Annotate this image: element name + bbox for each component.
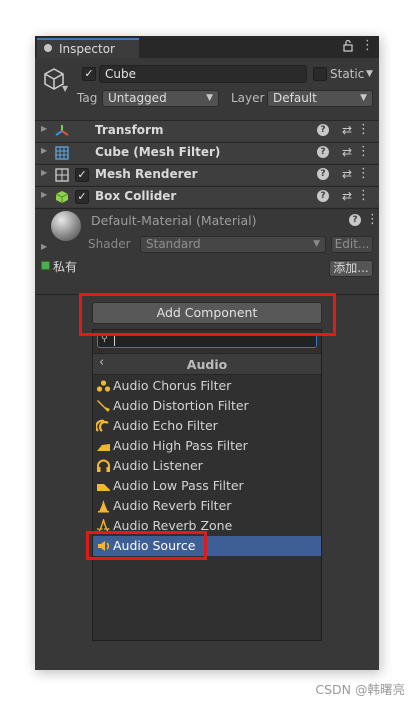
component-label: Cube (Mesh Filter) (95, 145, 221, 159)
box-collider-icon (55, 191, 69, 203)
help-icon[interactable]: ? (317, 168, 329, 180)
chevron-down-icon: ▼ (360, 93, 367, 103)
fold-arrow-icon[interactable]: ▶ (41, 242, 47, 251)
tab-menu-icon[interactable]: ⋮ (361, 38, 374, 54)
fold-arrow-icon[interactable]: ▶ (41, 190, 47, 199)
preset-icon[interactable]: ⇄ (342, 145, 352, 159)
help-icon[interactable]: ? (317, 146, 329, 158)
tag-label: Tag (77, 91, 98, 105)
category-title: Audio (186, 357, 228, 372)
component-menu-icon[interactable]: ⋮ (357, 122, 370, 137)
list-item-audio-echo-filter[interactable]: Audio Echo Filter (93, 416, 321, 436)
shader-dropdown[interactable]: Standard ▼ (140, 236, 326, 253)
static-checkbox[interactable] (313, 67, 327, 81)
audio-high-pass-filter-icon (97, 444, 110, 451)
preset-icon[interactable]: ⇄ (342, 123, 352, 137)
component-label: Mesh Renderer (95, 167, 198, 181)
mesh-renderer-enabled-checkbox[interactable]: ✓ (75, 168, 89, 182)
audio-source-highlight-box (86, 531, 207, 560)
edit-shader-button[interactable]: Edit... (331, 236, 373, 253)
chevron-down-icon: ▼ (313, 239, 320, 249)
static-dropdown-caret[interactable]: ▼ (366, 69, 373, 79)
inspector-panel: Inspector ⋮ ▼ ✓ Cube Static ▼ Tag Untagg… (35, 36, 379, 670)
tag-dropdown[interactable]: Untagged ▼ (102, 90, 219, 107)
material-title: Default-Material (Material) (91, 213, 257, 228)
fold-arrow-icon[interactable]: ▶ (41, 146, 47, 155)
active-checkbox[interactable]: ✓ (82, 67, 96, 81)
list-item-audio-distortion-filter[interactable]: Audio Distortion Filter (93, 396, 321, 416)
static-label: Static (330, 67, 365, 81)
watermark-text: CSDN @韩曙亮 (315, 682, 405, 697)
component-transform[interactable]: ▶ Transform ? ⇄ ⋮ (35, 120, 379, 141)
preset-icon[interactable]: ⇄ (342, 189, 352, 203)
layer-dropdown[interactable]: Default ▼ (267, 90, 373, 107)
audio-echo-filter-icon (96, 419, 109, 432)
layer-label: Layer (231, 91, 265, 105)
object-name-field[interactable]: Cube (99, 65, 307, 83)
list-item-audio-listener[interactable]: Audio Listener (93, 456, 321, 476)
component-label: Transform (95, 123, 164, 137)
help-icon[interactable]: ? (317, 124, 329, 136)
tab-label: Inspector (59, 42, 115, 56)
component-label: Box Collider (95, 189, 177, 203)
add-component-highlight-box (79, 293, 336, 336)
list-item-audio-low-pass-filter[interactable]: Audio Low Pass Filter (93, 476, 321, 496)
material-preview-sphere (51, 211, 81, 241)
component-menu-icon[interactable]: ⋮ (357, 188, 370, 203)
mesh-filter-icon (55, 146, 69, 160)
box-collider-enabled-checkbox[interactable]: ✓ (75, 190, 89, 204)
component-menu-icon[interactable]: ⋮ (357, 144, 370, 159)
tab-bar: Inspector ⋮ (35, 36, 379, 58)
tag-value: Untagged (108, 91, 167, 105)
text-cursor (114, 336, 115, 346)
component-box-collider[interactable]: ▶ ✓ Box Collider ? ⇄ ⋮ (35, 186, 379, 207)
tab-inspector[interactable]: Inspector (37, 38, 139, 58)
list-item-audio-high-pass-filter[interactable]: Audio High Pass Filter (93, 436, 321, 456)
shader-value: Standard (146, 237, 201, 251)
fold-arrow-icon[interactable]: ▶ (41, 124, 47, 133)
fold-arrow-icon[interactable]: ▶ (41, 168, 47, 177)
list-item-audio-reverb-filter[interactable]: Audio Reverb Filter (93, 496, 321, 516)
layer-value: Default (273, 91, 317, 105)
component-mesh-renderer[interactable]: ▶ ✓ Mesh Renderer ? ⇄ ⋮ (35, 164, 379, 185)
shader-label: Shader (88, 237, 131, 251)
help-icon[interactable]: ? (317, 190, 329, 202)
audio-chorus-filter-icon (96, 380, 111, 392)
component-menu-icon[interactable]: ⋮ (357, 166, 370, 181)
chevron-down-icon: ▼ (206, 93, 213, 103)
transform-icon (55, 125, 69, 136)
info-icon (44, 44, 52, 52)
divider (35, 208, 379, 209)
audio-listener-icon (97, 459, 110, 472)
add-button[interactable]: 添加... (329, 260, 373, 277)
private-checkbox[interactable] (41, 261, 50, 270)
help-icon[interactable]: ? (349, 214, 361, 226)
icon-dropdown-caret[interactable]: ▼ (62, 84, 68, 93)
audio-low-pass-filter-icon (97, 484, 110, 491)
mesh-renderer-icon (55, 168, 69, 182)
private-label: 私有 (53, 260, 78, 274)
lock-icon[interactable] (341, 38, 355, 54)
list-item-audio-chorus-filter[interactable]: Audio Chorus Filter (93, 376, 321, 396)
audio-reverb-filter-icon (98, 500, 109, 513)
component-mesh-filter[interactable]: ▶ Cube (Mesh Filter) ? ⇄ ⋮ (35, 142, 379, 163)
preset-icon[interactable]: ⇄ (342, 167, 352, 181)
add-component-popup: ⚲ ‹ Audio Audio Chorus Filter Audio Dist… (92, 329, 322, 641)
audio-distortion-filter-icon (97, 400, 110, 412)
material-menu-icon[interactable]: ⋮ (366, 212, 379, 227)
category-header: ‹ Audio (93, 353, 321, 375)
